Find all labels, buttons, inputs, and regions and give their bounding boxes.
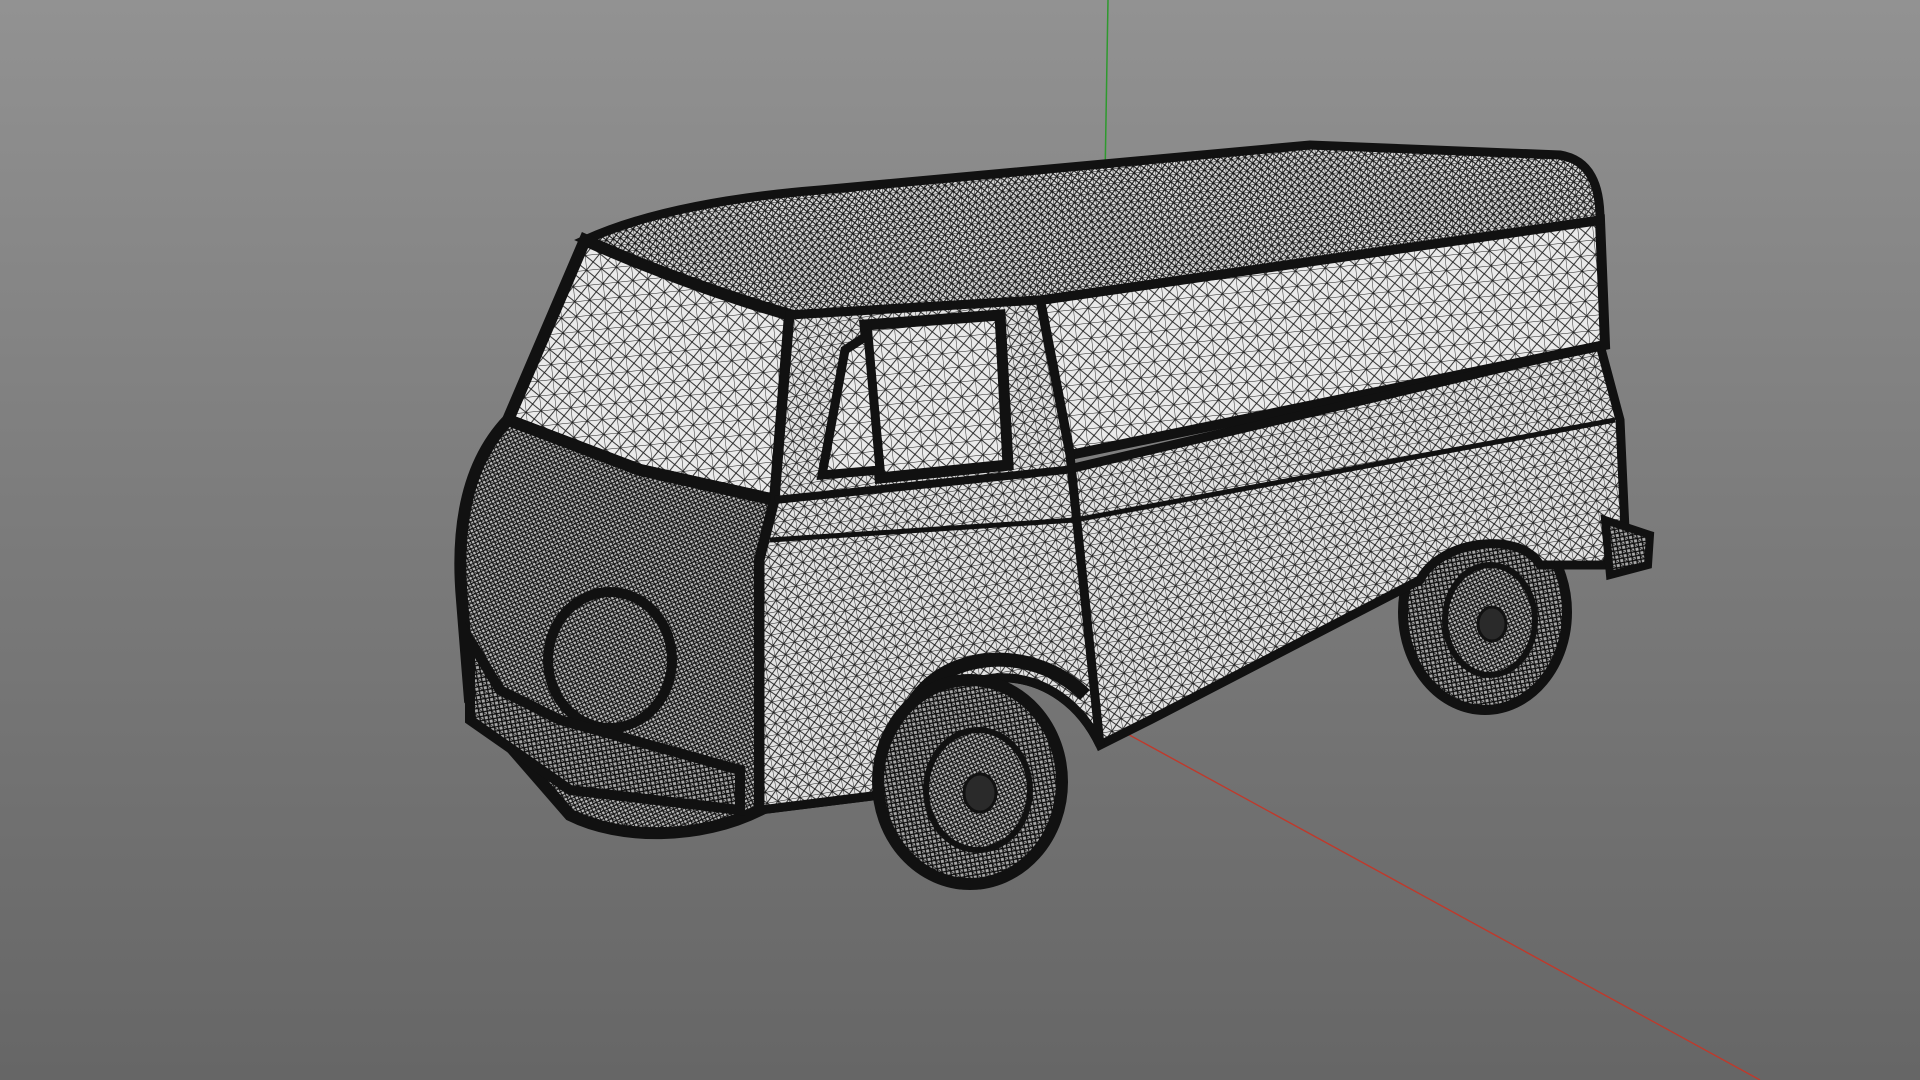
rear-bumper [1600, 514, 1655, 581]
viewport-scene [454, 0, 1761, 1080]
3d-viewport[interactable] [0, 0, 1920, 1080]
front-wheel [872, 674, 1068, 890]
headlight [543, 587, 677, 733]
y-axis-line [1104, 0, 1109, 179]
cab-side-window [858, 309, 1014, 485]
van-wireframe-model[interactable] [454, 140, 1655, 890]
x-axis-line [1079, 707, 1761, 1080]
